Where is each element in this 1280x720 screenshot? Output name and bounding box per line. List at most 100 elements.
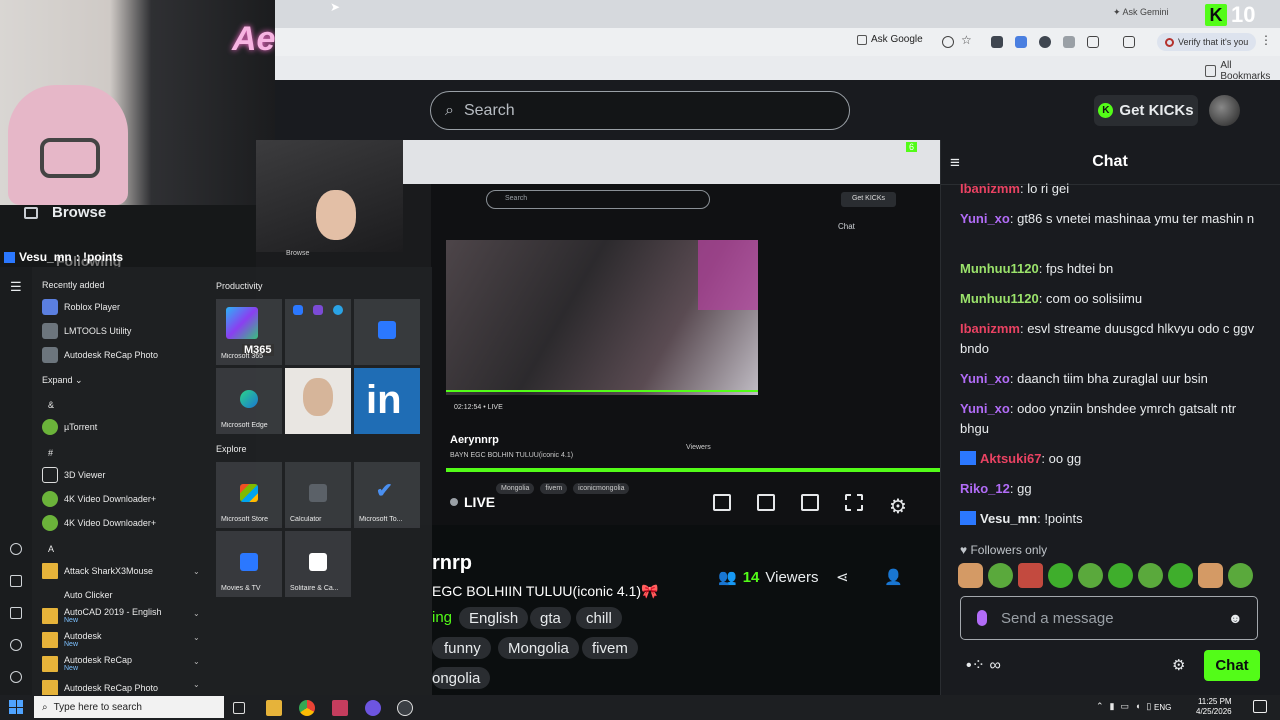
follow-icon[interactable]: 👤 xyxy=(884,568,903,586)
tile-microsoft-365[interactable]: M365 Microsoft 365 xyxy=(216,299,282,365)
emote-icon[interactable] xyxy=(1018,563,1043,588)
extension-icon[interactable] xyxy=(1063,36,1075,48)
app-roblox-player[interactable]: Roblox Player xyxy=(42,299,120,315)
zoom-icon[interactable] xyxy=(942,36,954,48)
chat-send-button[interactable]: Chat xyxy=(1204,650,1260,681)
chat-user[interactable]: Ibanizmm xyxy=(960,321,1020,336)
chat-settings-icon[interactable]: ⚙ xyxy=(1172,656,1185,674)
language-indicator[interactable]: ENG xyxy=(1154,703,1171,712)
tile-outlook[interactable] xyxy=(354,299,420,365)
power-icon[interactable] xyxy=(10,671,22,683)
discord-icon[interactable] xyxy=(365,700,381,716)
tile-office-group[interactable] xyxy=(285,299,351,365)
chat-input[interactable]: Send a message xyxy=(960,596,1258,640)
app-lmtools[interactable]: LMTOOLS Utility xyxy=(42,323,131,339)
clip-icon[interactable] xyxy=(757,494,775,511)
chevron-down-icon[interactable]: ⌄ xyxy=(193,567,200,576)
letter-heading[interactable]: # xyxy=(48,448,53,458)
pictures-icon[interactable] xyxy=(10,607,22,619)
collapse-chat-icon[interactable]: ≡ xyxy=(950,153,960,173)
letter-heading[interactable]: A xyxy=(48,544,54,554)
emote-icon[interactable] xyxy=(1228,563,1253,588)
tag-funny[interactable]: funny xyxy=(432,637,491,659)
app-recap-photo[interactable]: Autodesk ReCap Photo xyxy=(42,347,158,363)
system-tray[interactable]: ⌃▮▭◖▯ xyxy=(1096,701,1157,712)
verify-chip[interactable]: Verify that it's you xyxy=(1157,33,1257,51)
puzzle-icon[interactable] xyxy=(1087,36,1099,48)
chevron-down-icon[interactable]: ⌄ xyxy=(193,609,200,618)
app-icon[interactable] xyxy=(332,700,348,716)
ask-gemini-button[interactable]: ✦ Ask Gemini xyxy=(1113,7,1169,18)
emote-icon[interactable] xyxy=(1198,563,1223,588)
tag-chill[interactable]: chill xyxy=(576,607,622,629)
chat-user[interactable]: Munhuu1120 xyxy=(960,291,1039,306)
tile-linkedin[interactable]: in xyxy=(354,368,420,434)
tile-solitaire[interactable]: Solitaire & Ca... xyxy=(285,531,351,597)
chat-extras-icon[interactable]: •⁘ ∞ xyxy=(966,655,1001,675)
tag-iconicmongolia[interactable]: ongolia xyxy=(432,667,491,689)
seek-bar[interactable] xyxy=(446,468,940,472)
emote-icon[interactable] xyxy=(1078,563,1103,588)
chevron-down-icon[interactable]: ⌄ xyxy=(193,657,200,666)
app-auto-clicker[interactable]: Auto Clicker xyxy=(42,587,113,603)
app-autocad[interactable]: AutoCAD 2019 - English New xyxy=(42,607,162,624)
extension-shield-icon[interactable] xyxy=(1039,36,1051,48)
emote-icon[interactable] xyxy=(1168,563,1193,588)
clock[interactable]: 11:25 PM 4/25/2026 xyxy=(1196,697,1232,717)
user-icon[interactable] xyxy=(10,543,22,555)
sidebar-item-browse[interactable]: Browse xyxy=(24,204,106,221)
pip-icon[interactable] xyxy=(713,494,731,511)
player-settings-icon[interactable]: ⚙ xyxy=(889,494,907,519)
menu-dots-icon[interactable]: ⋮ xyxy=(1260,33,1272,47)
tile-edge[interactable]: Microsoft Edge xyxy=(216,368,282,434)
fullscreen-icon[interactable] xyxy=(845,494,863,511)
obs-icon[interactable] xyxy=(397,700,413,716)
tile-photo[interactable] xyxy=(285,368,351,434)
extension-audio-icon[interactable] xyxy=(1015,36,1027,48)
settings-icon[interactable] xyxy=(10,639,22,651)
sidepanel-icon[interactable] xyxy=(1123,36,1135,48)
tag-gta[interactable]: gta xyxy=(530,607,571,629)
chat-user[interactable]: Vesu_mn xyxy=(980,511,1037,526)
app-autodesk[interactable]: Autodesk New xyxy=(42,631,102,648)
app-4k-video[interactable]: 4K Video Downloader+ xyxy=(42,515,156,531)
chat-user[interactable]: Aktsuki67 xyxy=(980,451,1041,466)
chevron-down-icon[interactable]: ⌄ xyxy=(193,633,200,642)
chat-user[interactable]: Ibanizmm xyxy=(960,181,1020,196)
emote-icon[interactable] xyxy=(1048,563,1073,588)
chat-user[interactable]: Yuni_xo xyxy=(960,401,1010,416)
app-attack-shark[interactable]: Attack SharkX3Mouse xyxy=(42,563,153,579)
emote-icon[interactable] xyxy=(1108,563,1133,588)
app-utorrent[interactable]: µTorrent xyxy=(42,419,97,435)
theater-icon[interactable] xyxy=(801,494,819,511)
app-autodesk-recap[interactable]: Autodesk ReCap New xyxy=(42,655,132,672)
app-4k-video[interactable]: 4K Video Downloader+ xyxy=(42,491,156,507)
app-3d-viewer[interactable]: 3D Viewer xyxy=(42,467,105,483)
emote-icon[interactable] xyxy=(988,563,1013,588)
chat-user[interactable]: Yuni_xo xyxy=(960,371,1010,386)
task-view-icon[interactable] xyxy=(233,702,245,714)
emote-cat-icon[interactable] xyxy=(958,563,983,588)
channel-name[interactable]: rnrp xyxy=(432,552,472,575)
chat-user[interactable]: Munhuu1120 xyxy=(960,261,1039,276)
menu-icon[interactable]: ☰ xyxy=(10,279,22,295)
letter-heading[interactable]: & xyxy=(48,400,54,410)
chevron-down-icon[interactable]: ⌄ xyxy=(193,680,200,689)
all-bookmarks[interactable]: All Bookmarks xyxy=(1205,60,1280,82)
search-input[interactable]: ⌕ Search xyxy=(430,91,850,130)
emote-icon[interactable] xyxy=(1138,563,1163,588)
document-icon[interactable] xyxy=(10,575,22,587)
tile-microsoft-store[interactable]: Microsoft Store xyxy=(216,462,282,528)
app-autodesk-recap-photo[interactable]: Autodesk ReCap Photo xyxy=(42,680,158,696)
windows-start-icon[interactable] xyxy=(9,700,23,714)
tile-calculator[interactable]: Calculator xyxy=(285,462,351,528)
tile-microsoft-todo[interactable]: ✔ Microsoft To... xyxy=(354,462,420,528)
chrome-icon[interactable] xyxy=(299,700,315,716)
taskbar-search[interactable]: ⌕ Type here to search xyxy=(34,696,224,718)
extension-icon[interactable] xyxy=(991,36,1003,48)
tag-fivem[interactable]: fivem xyxy=(582,637,638,659)
tag-english[interactable]: English xyxy=(459,607,529,629)
share-icon[interactable]: ⋖ xyxy=(836,568,849,586)
category-link[interactable]: ing xyxy=(432,609,452,626)
get-kicks-button[interactable]: K Get KICKs xyxy=(1094,95,1198,126)
